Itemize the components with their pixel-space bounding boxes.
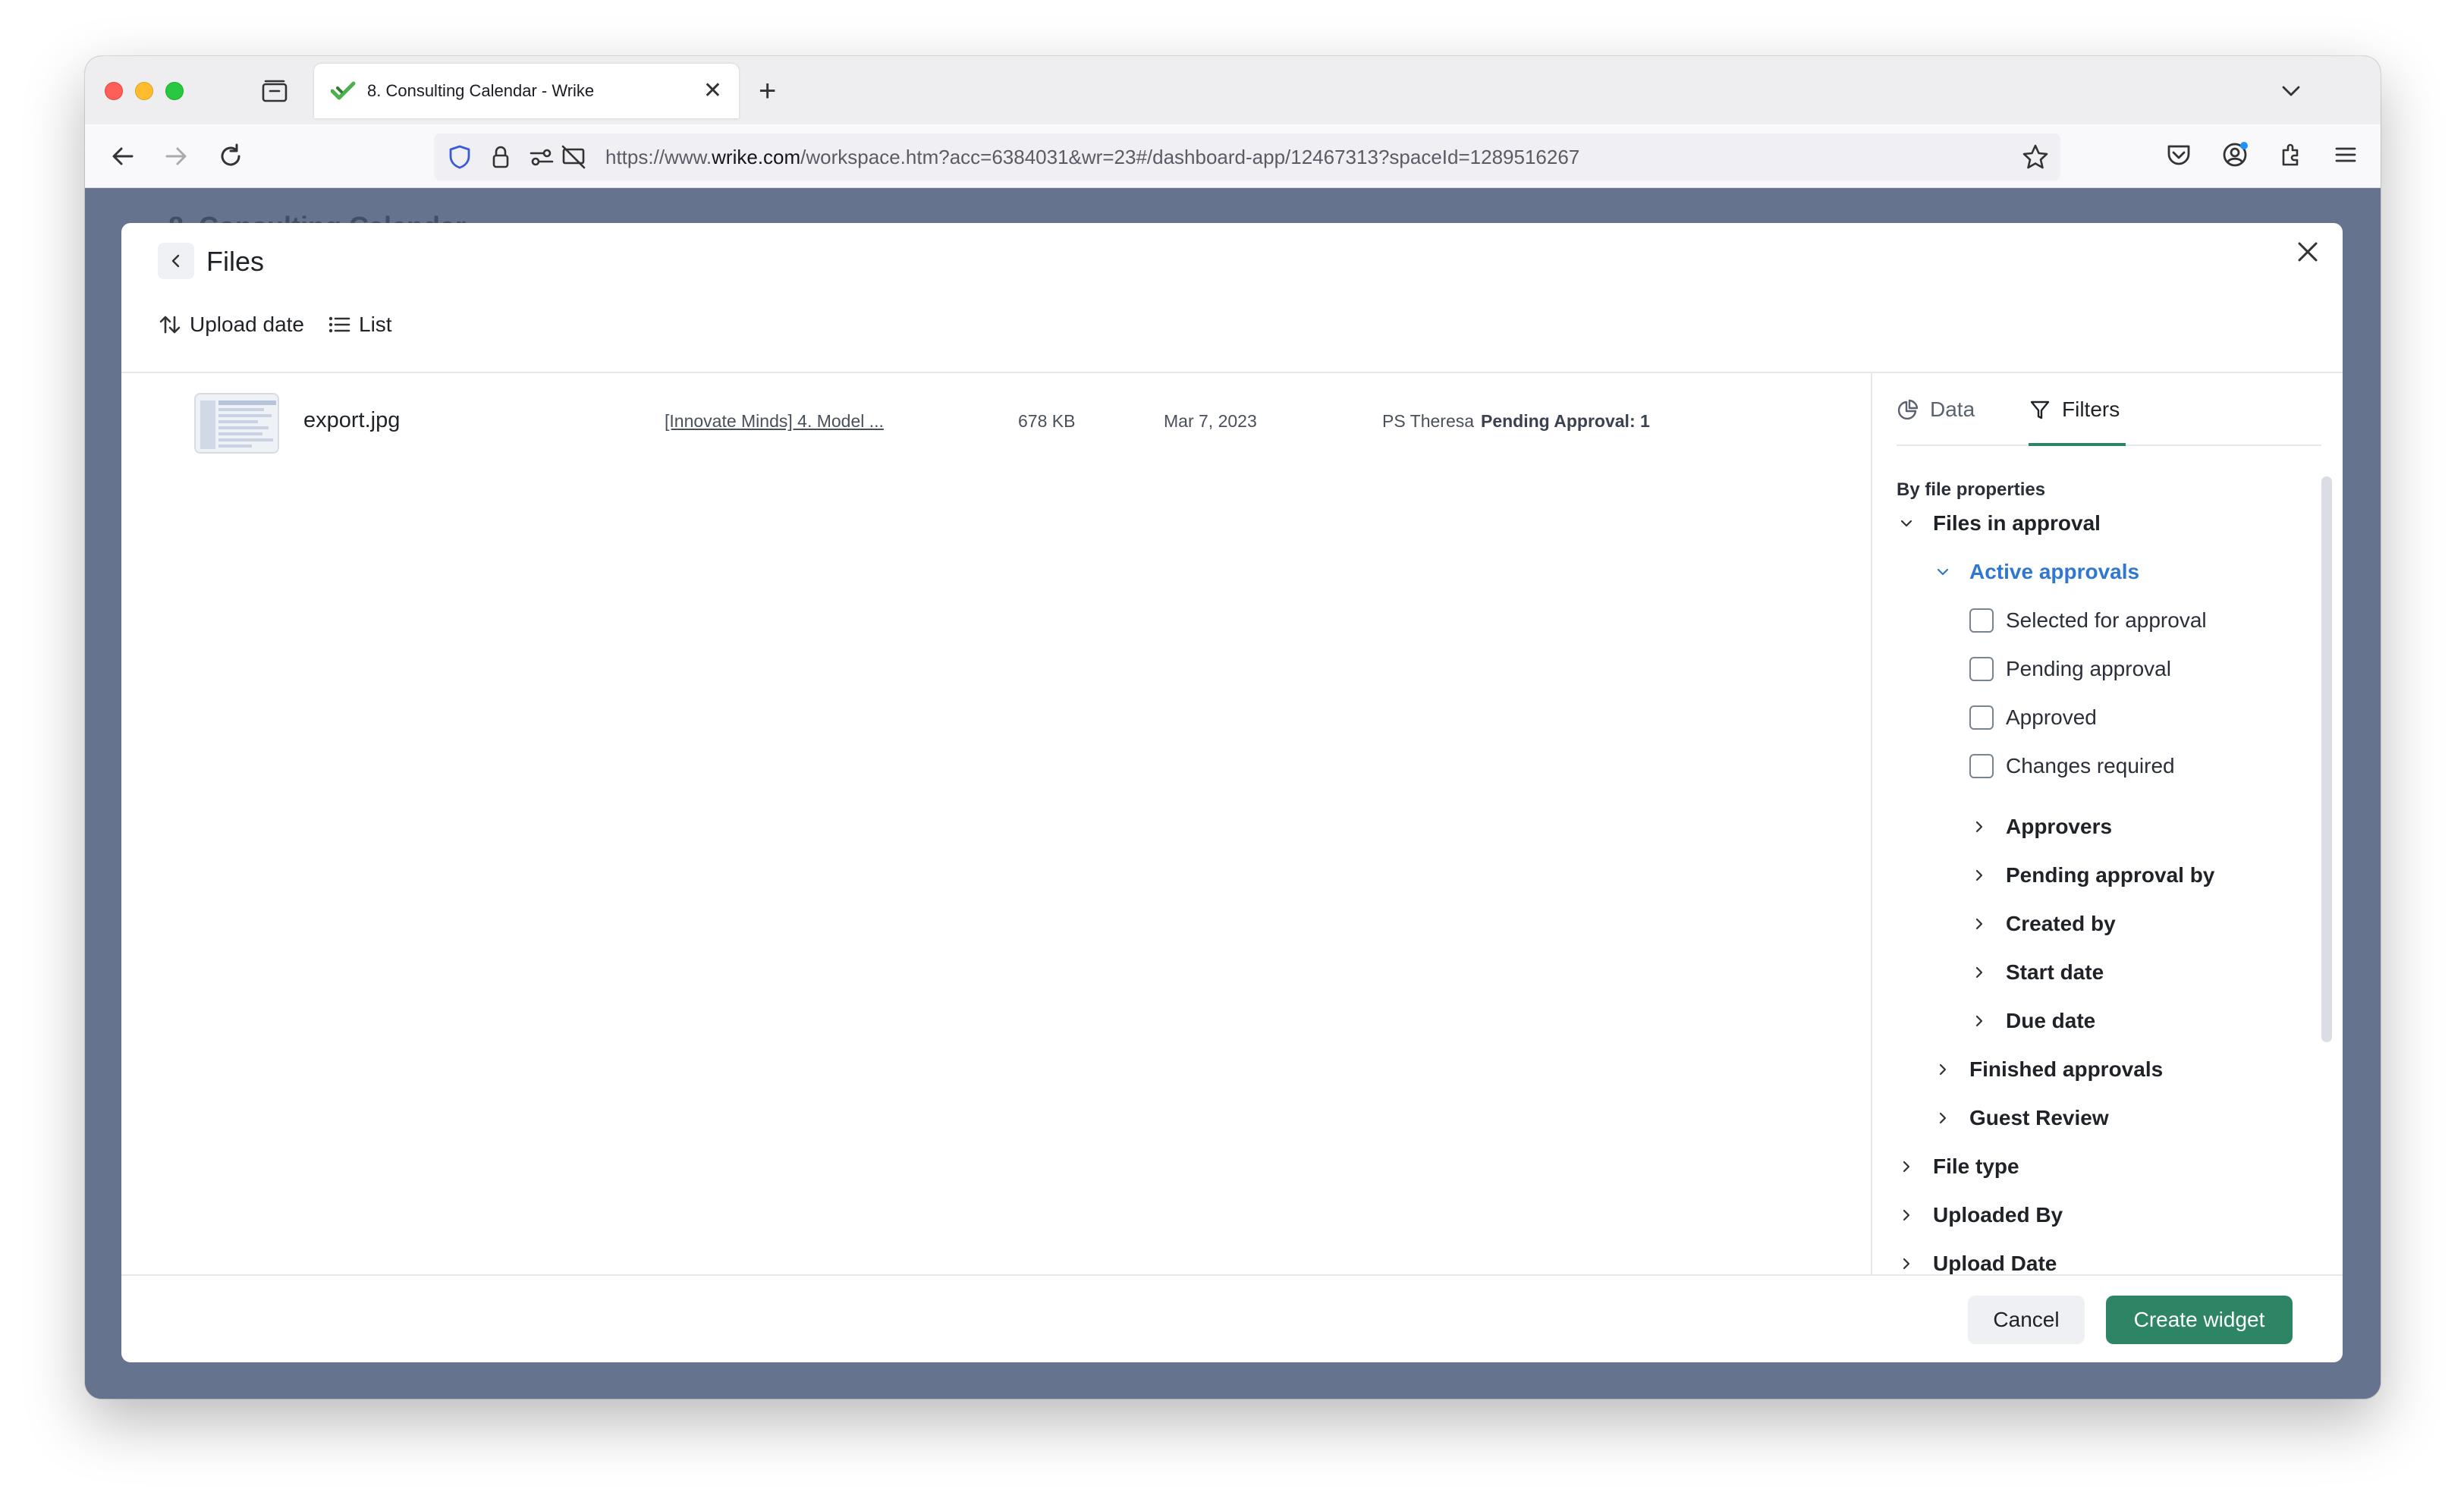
lock-icon[interactable] (487, 143, 514, 171)
tree-finished-approvals[interactable]: Finished approvals (1933, 1057, 2163, 1082)
tree-file-type[interactable]: File type (1897, 1154, 2019, 1179)
permissions-icon[interactable] (528, 143, 555, 171)
tree-active-approvals[interactable]: Active approvals (1933, 560, 2139, 584)
reload-icon[interactable] (215, 141, 246, 171)
zoom-window-button[interactable] (165, 82, 184, 100)
chevron-right-icon (1975, 918, 1983, 930)
file-thumbnail[interactable] (194, 393, 279, 454)
file-toolbar: Upload date List (158, 313, 392, 337)
tab-filters-label: Filters (2062, 397, 2120, 421)
pie-chart-icon (1897, 399, 1919, 420)
chevron-right-icon (1939, 1063, 1947, 1076)
pocket-icon[interactable] (2164, 140, 2194, 170)
chevron-right-icon (1903, 1161, 1910, 1173)
list-all-tabs-icon[interactable] (2277, 77, 2305, 105)
checkbox[interactable] (1969, 608, 1994, 633)
browser-titlebar: 8. Consulting Calendar - Wrike ✕ + (85, 56, 2381, 124)
file-size: 678 KB (1018, 411, 1076, 431)
chevron-right-icon (1975, 966, 1983, 979)
tree-created-by[interactable]: Created by (1969, 912, 2116, 936)
sort-arrows-icon (159, 316, 181, 334)
widget-settings-panel: Data Filters By file properties Files in… (1871, 373, 2343, 1274)
filters-scrollbar[interactable] (2321, 476, 2332, 1042)
chevron-right-icon (1939, 1112, 1947, 1124)
tree-pending-approval-by[interactable]: Pending approval by (1969, 863, 2214, 887)
tree-start-date[interactable]: Start date (1969, 960, 2104, 985)
checkbox-approved[interactable]: Approved (1969, 705, 2097, 730)
back-button[interactable] (158, 243, 194, 279)
autoplay-blocked-icon[interactable] (560, 143, 587, 171)
filter-funnel-icon (2030, 401, 2050, 419)
chevron-right-icon (1975, 1015, 1983, 1027)
tab-filters[interactable]: Filters (2029, 397, 2120, 422)
view-label: List (359, 313, 392, 336)
chevron-down-icon (1937, 568, 1949, 576)
checkbox-pending-approval[interactable]: Pending approval (1969, 657, 2171, 681)
chevron-right-icon (1903, 1209, 1910, 1221)
modal-title: Files (206, 246, 265, 277)
checkbox-changes-required[interactable]: Changes required (1969, 754, 2175, 778)
create-widget-button[interactable]: Create widget (2106, 1296, 2293, 1344)
tree-due-date[interactable]: Due date (1969, 1009, 2095, 1033)
tab-overview-icon[interactable] (261, 79, 288, 103)
close-modal-icon[interactable] (2290, 234, 2326, 270)
section-title: By file properties (1897, 479, 2046, 500)
tracking-protection-shield-icon[interactable] (446, 143, 473, 171)
cancel-button[interactable]: Cancel (1968, 1296, 2085, 1344)
extensions-icon[interactable] (2276, 140, 2306, 170)
checkbox[interactable] (1969, 754, 1994, 778)
view-mode-list-button[interactable]: List (327, 313, 392, 337)
chevron-right-icon (1975, 821, 1983, 833)
menu-hamburger-icon[interactable] (2330, 140, 2361, 170)
file-author: PS Theresa (1382, 411, 1475, 431)
forward-arrow-icon[interactable] (161, 141, 191, 171)
list-icon (328, 316, 350, 333)
tree-files-in-approval[interactable]: Files in approval (1897, 511, 2101, 536)
tab-data[interactable]: Data (1897, 397, 1975, 422)
new-tab-icon[interactable]: + (759, 76, 776, 106)
file-row[interactable]: export.jpg [Innovate Minds] 4. Model ...… (121, 373, 1871, 472)
sort-label: Upload date (190, 313, 305, 336)
checkbox[interactable] (1969, 657, 1994, 681)
checkbox-selected-for-approval[interactable]: Selected for approval (1969, 608, 2207, 633)
tree-approvers[interactable]: Approvers (1969, 815, 2112, 839)
chevron-left-icon (171, 254, 180, 268)
close-window-button[interactable] (105, 82, 123, 100)
active-tab-indicator (2029, 443, 2126, 446)
tree-upload-date[interactable]: Upload Date (1897, 1252, 2057, 1274)
filters-scroll-area: By file properties Files in approval Act… (1872, 461, 2318, 1274)
browser-tab-active[interactable]: 8. Consulting Calendar - Wrike ✕ (314, 64, 739, 118)
address-bar[interactable]: https://www.wrike.com/workspace.htm?acc=… (434, 134, 2060, 181)
tree-uploaded-by[interactable]: Uploaded By (1897, 1203, 2063, 1227)
tab-close-icon[interactable]: ✕ (703, 80, 722, 102)
checkbox[interactable] (1969, 705, 1994, 730)
back-arrow-icon[interactable] (108, 141, 138, 171)
tab-data-label: Data (1930, 397, 1975, 421)
chevron-right-icon (1975, 869, 1983, 881)
url-text: https://www.wrike.com/workspace.htm?acc=… (605, 145, 1580, 168)
files-widget-modal: Files Upload date List export.jpg [Innov… (121, 223, 2343, 1362)
panel-tabs: Data Filters (1897, 373, 2321, 446)
wrike-logo-icon (331, 81, 356, 100)
files-list: export.jpg [Innovate Minds] 4. Model ...… (121, 373, 1871, 1274)
tab-title: 8. Consulting Calendar - Wrike (367, 81, 595, 100)
tree-guest-review[interactable]: Guest Review (1933, 1106, 2109, 1130)
file-date: Mar 7, 2023 (1164, 411, 1257, 431)
browser-toolbar: https://www.wrike.com/workspace.htm?acc=… (85, 124, 2381, 188)
chevron-down-icon (1900, 520, 1912, 527)
account-icon[interactable] (2220, 140, 2250, 170)
file-approval-status: Pending Approval: 1 (1481, 411, 1650, 431)
bookmark-star-icon[interactable] (2021, 143, 2050, 171)
chevron-right-icon (1903, 1258, 1910, 1270)
file-project-link[interactable]: [Innovate Minds] 4. Model ... (665, 411, 909, 432)
browser-window: 8. Consulting Calendar - Wrike ✕ + https… (85, 56, 2381, 1399)
file-name[interactable]: export.jpg (303, 408, 400, 433)
footer-divider (121, 1274, 2343, 1276)
sort-by-upload-date-button[interactable]: Upload date (158, 313, 304, 337)
minimize-window-button[interactable] (135, 82, 153, 100)
